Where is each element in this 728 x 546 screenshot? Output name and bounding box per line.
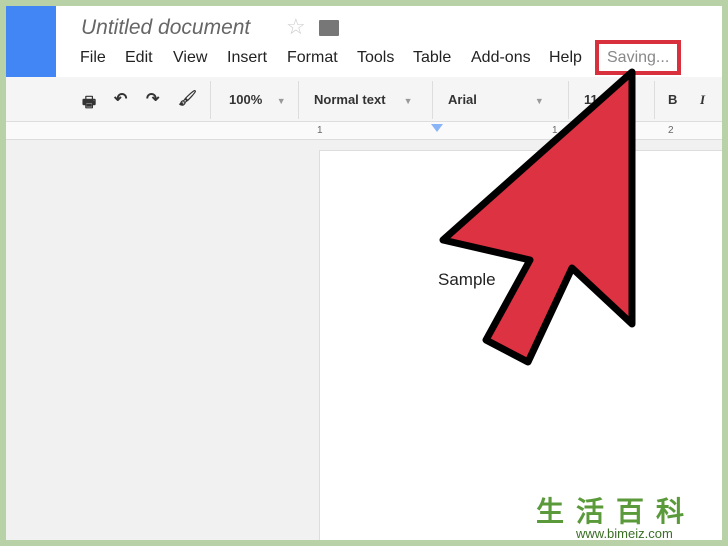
watermark: 生活百科 www.bimeiz.com [534,492,722,540]
watermark-chinese: 生活百科 [536,496,697,527]
arrow-shape [439,68,636,366]
watermark-url: www.bimeiz.com [576,526,673,540]
app-window: Untitled document ☆ File Edit View Inser… [6,6,722,540]
pointer-arrow [439,68,636,366]
